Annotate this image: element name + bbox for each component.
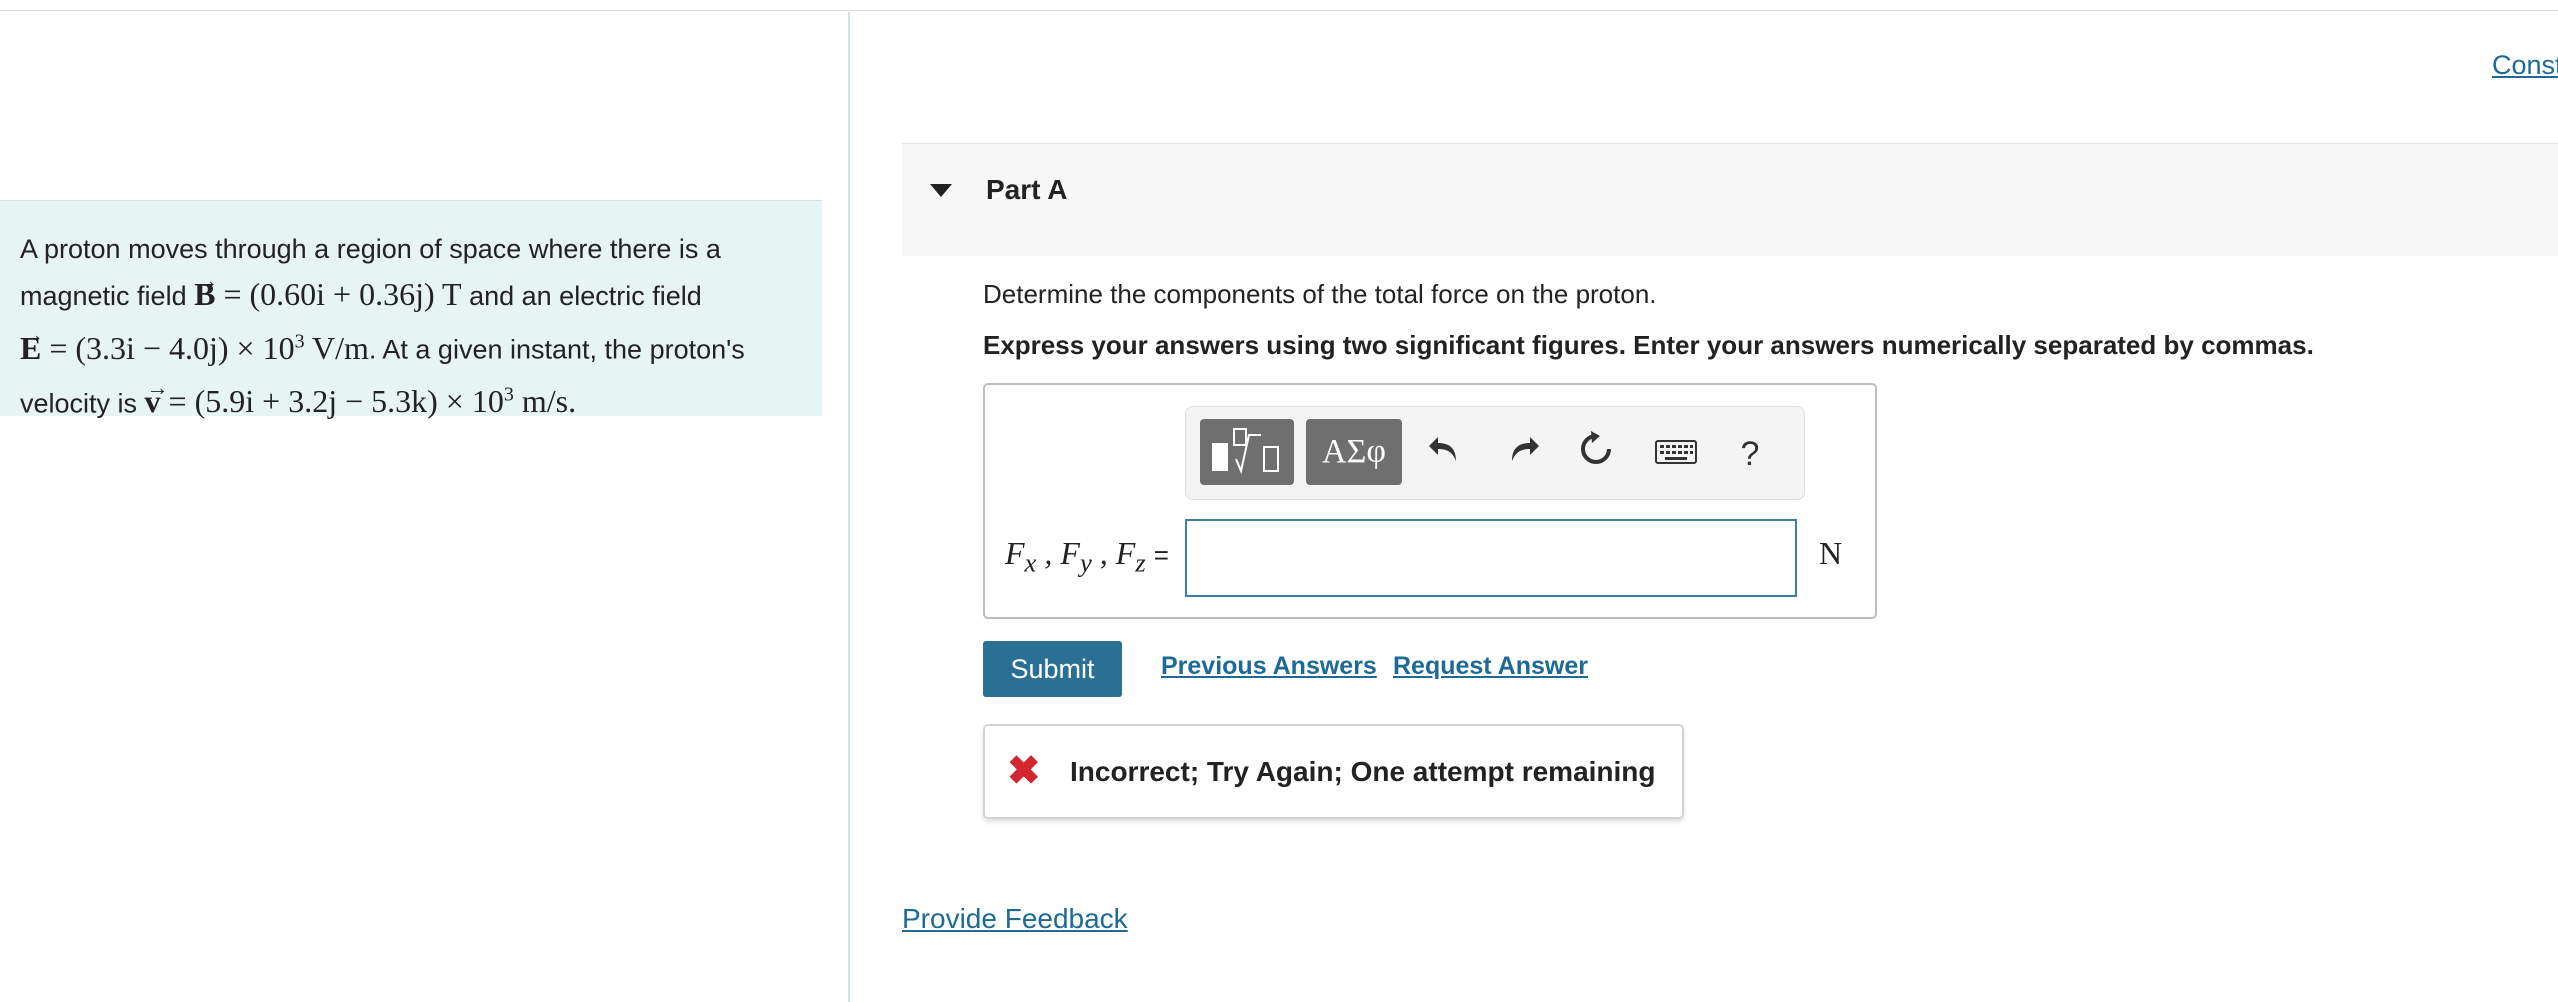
provide-feedback-link[interactable]: Provide Feedback [902, 903, 1128, 935]
problem-line-4: velocity is → v = (5.9i + 3.2j − 5.3k) × … [20, 375, 577, 420]
constants-link[interactable]: Const [2492, 50, 2558, 81]
problem-line-1: A proton moves through a region of space… [20, 234, 721, 264]
incorrect-x-icon: ✖ [1007, 749, 1041, 793]
problem-line-3: → E = (3.3i − 4.0j) × 103 V/m. At a given… [20, 321, 745, 366]
feedback-message: Incorrect; Try Again; One attempt remain… [1070, 756, 1656, 787]
top-border [0, 10, 2558, 11]
templates-icon[interactable] [1200, 419, 1294, 485]
answer-variable-label: Fx , Fy , Fz = [1005, 535, 1169, 578]
problem-statement: A proton moves through a region of space… [0, 200, 822, 419]
answer-instructions: Express your answers using two significa… [983, 330, 2314, 360]
answer-unit: N [1819, 535, 1843, 571]
redo-icon[interactable] [1498, 429, 1546, 479]
request-answer-link[interactable]: Request Answer [1393, 652, 1588, 681]
answer-input[interactable] [1185, 519, 1797, 597]
velocity-expression: → v = (5.9i + 3.2j − 5.3k) × 103 m/s. [144, 375, 577, 420]
answer-box: ΑΣφ ? Fx , Fy , Fz = N [983, 383, 1877, 619]
problem-line-2: magnetic field → B = (0.60i + 0.36j) T an… [20, 268, 702, 312]
help-icon[interactable]: ? [1726, 429, 1774, 479]
keyboard-icon[interactable] [1648, 429, 1704, 479]
math-toolbar: ΑΣφ ? [1185, 406, 1805, 500]
greek-symbols-icon[interactable]: ΑΣφ [1306, 419, 1402, 485]
electric-field-expression: → E = (3.3i − 4.0j) × 103 V/m [20, 321, 369, 366]
previous-answers-link[interactable]: Previous Answers [1161, 652, 1377, 681]
submit-button[interactable]: Submit [983, 641, 1122, 697]
undo-icon[interactable] [1422, 429, 1470, 479]
magnetic-field-expression: → B = (0.60i + 0.36j) T [194, 268, 462, 312]
reset-icon[interactable] [1572, 429, 1620, 479]
pane-divider [848, 12, 850, 1002]
part-title: Part A [986, 174, 1068, 205]
collapse-caret-icon[interactable] [930, 184, 952, 197]
feedback-banner: ✖ Incorrect; Try Again; One attempt rema… [983, 724, 1684, 819]
question-text: Determine the components of the total fo… [983, 279, 1657, 309]
part-a-header[interactable]: Part A [902, 143, 2558, 256]
